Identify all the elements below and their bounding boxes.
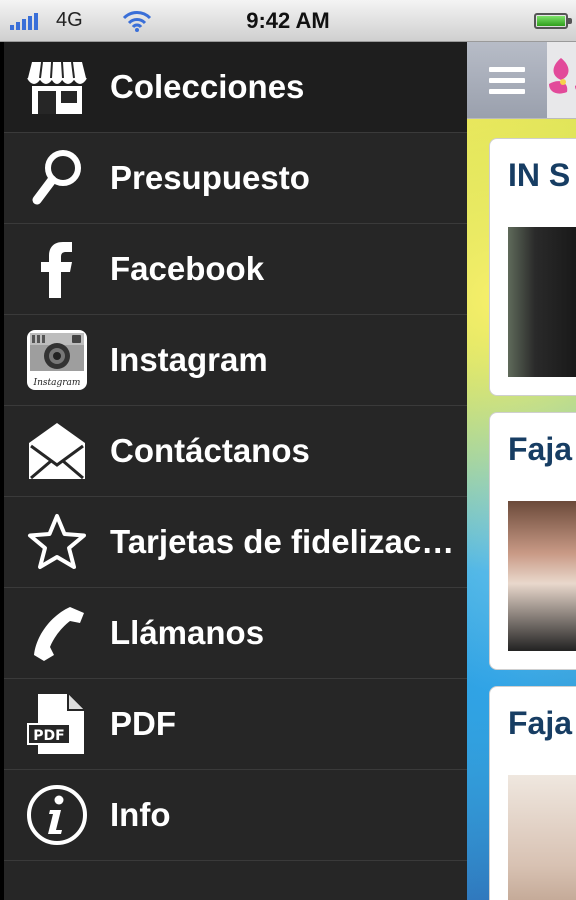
product-image (508, 775, 576, 900)
product-card[interactable]: Faja (489, 686, 576, 900)
card-title: Faja (508, 431, 573, 467)
menu-label: PDF (110, 705, 176, 742)
top-nav-bar (467, 42, 576, 119)
pdf-icon: PDF (26, 693, 88, 755)
menu-item-presupuesto[interactable]: Presupuesto (4, 133, 467, 224)
product-card[interactable]: Faja (489, 412, 576, 670)
instagram-icon-text: Instagram (33, 378, 81, 388)
menu-label: Llámanos (110, 614, 265, 651)
card-title: Faja (508, 705, 573, 741)
flower-logo-icon (547, 52, 576, 113)
menu-item-tarjetas[interactable]: Tarjetas de fidelización (4, 497, 467, 588)
facebook-icon (26, 238, 88, 300)
status-time: 9:42 AM (246, 8, 330, 33)
store-icon (26, 56, 88, 118)
menu-item-colecciones[interactable]: Colecciones (4, 42, 467, 133)
menu-label: Presupuesto (110, 159, 310, 196)
menu-label: Contáctanos (110, 432, 310, 469)
battery-icon (534, 13, 572, 29)
menu-item-llamanos[interactable]: Llámanos (4, 588, 467, 679)
menu-item-info[interactable]: Info (4, 770, 467, 861)
star-icon (26, 511, 88, 573)
product-image (508, 501, 576, 651)
search-icon (26, 147, 88, 209)
menu-item-facebook[interactable]: Facebook (4, 224, 467, 315)
menu-label: Info (110, 796, 171, 833)
menu-item-contactanos[interactable]: Contáctanos (4, 406, 467, 497)
envelope-icon (26, 420, 88, 482)
product-card[interactable]: IN S (489, 138, 576, 396)
info-icon (26, 784, 88, 846)
menu-label: Facebook (110, 250, 265, 287)
menu-item-instagram[interactable]: Instagram Instagram (4, 315, 467, 406)
menu-label: Tarjetas de fidelización (110, 523, 455, 560)
hamburger-menu-icon[interactable] (467, 42, 547, 118)
card-title: IN S (508, 157, 571, 193)
menu-label: Colecciones (110, 68, 305, 105)
status-bar: 4G 9:42 AM (0, 0, 576, 42)
menu-item-pdf[interactable]: PDF PDF (4, 679, 467, 770)
main-content-panel[interactable]: IN S Faja Faja (467, 42, 576, 900)
pdf-icon-text: PDF (33, 728, 64, 744)
product-image (508, 227, 576, 377)
instagram-icon: Instagram (26, 329, 88, 391)
phone-icon (26, 602, 88, 664)
menu-label: Instagram (110, 341, 268, 378)
side-menu: Colecciones Presupuesto Facebook Instagr… (4, 42, 467, 900)
